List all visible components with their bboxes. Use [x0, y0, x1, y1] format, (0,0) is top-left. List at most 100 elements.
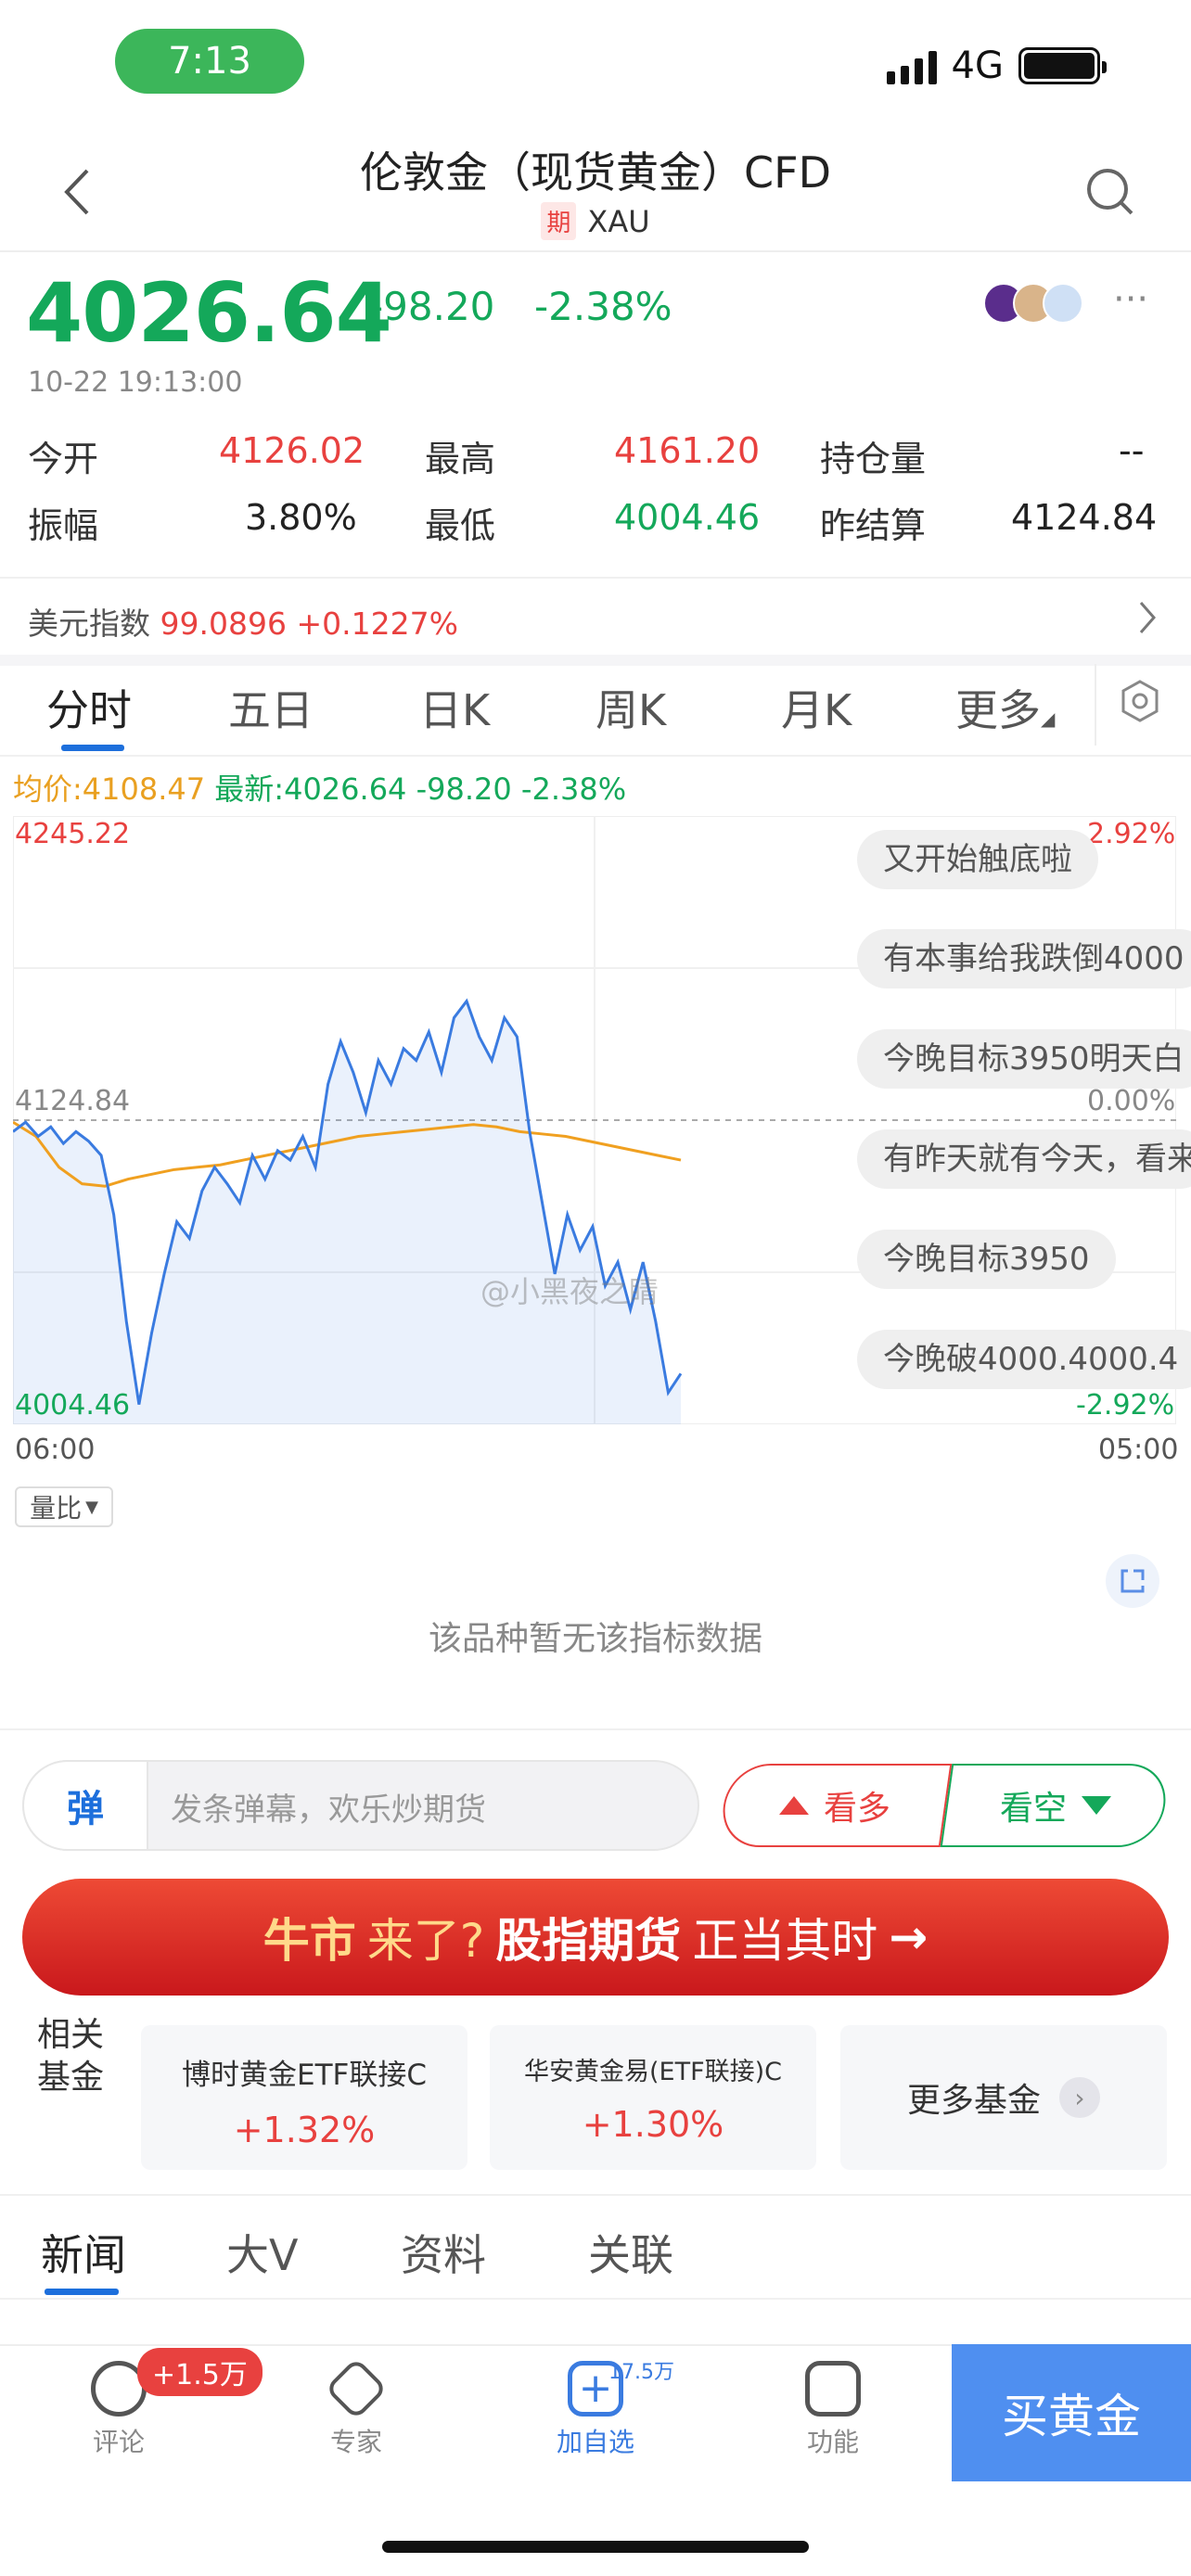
- triangle-up-icon: [778, 1796, 809, 1815]
- stat-value: 4126.02: [219, 430, 365, 471]
- intraday-chart[interactable]: [13, 816, 1176, 1424]
- diamond-icon: [325, 2357, 388, 2420]
- bearish-label: 看空: [999, 1790, 1067, 1828]
- price-change: -98.20: [369, 284, 495, 329]
- symbol-row: 期 XAU: [0, 202, 1191, 240]
- chevron-right-icon: ›: [1059, 2077, 1100, 2118]
- tab-related[interactable]: 关联: [588, 2222, 673, 2283]
- banner-text: 股指期货: [495, 1914, 682, 1968]
- funds-label-line: 相关: [37, 2016, 105, 2054]
- price-change-pct: -2.38%: [534, 284, 672, 329]
- danmu-icon[interactable]: 弹: [22, 1760, 148, 1851]
- add-watch-count: 17.5万: [608, 2361, 674, 2384]
- network-label: 4G: [951, 45, 1004, 87]
- stat-value: 4004.46: [614, 497, 761, 538]
- more-icon[interactable]: ···: [1113, 278, 1148, 321]
- buy-gold-button[interactable]: 买黄金: [952, 2344, 1191, 2481]
- tab-divider: [1095, 664, 1096, 746]
- tab-active-indicator: [61, 745, 124, 751]
- quote-time: 10-22 19:13:00: [28, 366, 243, 399]
- danmu-placeholder: 发条弹幕，欢乐炒期货: [171, 1792, 486, 1829]
- y-axis-min: 4004.46: [15, 1389, 131, 1422]
- divider: [0, 1728, 1191, 1730]
- stat-label: 最高: [425, 439, 496, 479]
- divider: [0, 577, 1191, 579]
- battery-icon: [1018, 47, 1107, 84]
- tab-news[interactable]: 新闻: [41, 2222, 126, 2283]
- bearish-button[interactable]: 看空: [940, 1764, 1172, 1847]
- more-funds-label: 更多基金: [906, 2082, 1041, 2120]
- funds-label-line: 基金: [37, 2059, 105, 2097]
- list-icon: [805, 2361, 861, 2417]
- stat-label: 振幅: [28, 505, 99, 546]
- banner-text: 正当其时: [692, 1914, 878, 1968]
- nav-function-label: 功能: [806, 2427, 859, 2457]
- current-price: 4026.64: [26, 265, 392, 361]
- fund-card[interactable]: 博时黄金ETF联接C +1.32%: [141, 2025, 467, 2170]
- fund-change: +1.32%: [233, 2110, 376, 2150]
- section-gap: [0, 655, 1191, 666]
- banner-text: 来了?: [366, 1914, 485, 1968]
- divider: [0, 755, 1191, 757]
- indicator-selector[interactable]: 量比 ▼: [15, 1486, 113, 1527]
- usd-index-row[interactable]: 美元指数 99.0896 +0.1227%: [28, 599, 458, 644]
- related-funds-label: 相关 基金: [37, 2014, 104, 2099]
- stat-label: 持仓量: [820, 439, 927, 479]
- latest-price: 最新:4026.64: [214, 772, 407, 807]
- tab-profile[interactable]: 资料: [401, 2222, 486, 2283]
- home-indicator: [382, 2541, 809, 2553]
- arrow-right-icon: →: [889, 1910, 928, 1964]
- triangle-down-icon: [1082, 1796, 1111, 1815]
- tab-weekly-k[interactable]: 周K: [596, 677, 666, 738]
- stat-label: 今开: [28, 439, 99, 479]
- gear-icon[interactable]: [1119, 680, 1161, 722]
- tab-more[interactable]: 更多◢: [955, 677, 1055, 738]
- expand-icon[interactable]: [1106, 1554, 1159, 1608]
- fund-name: 博时黄金ETF联接C: [182, 2059, 427, 2092]
- comment-badge: +1.5万: [137, 2348, 263, 2396]
- usd-index-value: 99.0896: [160, 606, 287, 642]
- symbol-code: XAU: [587, 203, 650, 239]
- stat-label: 最低: [425, 505, 496, 546]
- divider: [0, 2298, 1191, 2300]
- stat-value: 4161.20: [614, 430, 761, 471]
- tab-big-v[interactable]: 大V: [226, 2222, 298, 2283]
- legend-change-pct: -2.38%: [520, 772, 627, 807]
- promo-banner[interactable]: 牛市 来了? 股指期货 正当其时 →: [22, 1879, 1169, 1996]
- nav-comment-label: 评论: [92, 2427, 145, 2457]
- legend-change: -98.20: [416, 772, 512, 807]
- fund-card[interactable]: 华安黄金易(ETF联接)C +1.30%: [490, 2025, 816, 2170]
- indicator-label: 量比: [30, 1493, 83, 1524]
- avatar: [1043, 283, 1083, 324]
- banner-text: 牛市: [263, 1914, 356, 1968]
- futures-tag: 期: [541, 202, 577, 240]
- signal-icon: [886, 47, 937, 84]
- avatar-group[interactable]: [983, 283, 1083, 324]
- bullish-button[interactable]: 看多: [717, 1764, 953, 1847]
- divider: [0, 2194, 1191, 2196]
- y-axis-mid: 4124.84: [15, 1085, 131, 1117]
- nav-function[interactable]: 功能: [777, 2361, 889, 2459]
- stat-value: --: [1119, 430, 1145, 471]
- tab-intraday[interactable]: 分时: [46, 677, 132, 738]
- chevron-right-icon[interactable]: [1137, 599, 1158, 636]
- usd-index-change: +0.1227%: [296, 606, 458, 642]
- tab-five-day[interactable]: 五日: [228, 677, 314, 738]
- pct-axis-mid: 0.00%: [1087, 1085, 1176, 1117]
- tab-monthly-k[interactable]: 月K: [781, 677, 852, 738]
- tab-daily-k[interactable]: 日K: [419, 677, 490, 738]
- stat-value: 3.80%: [245, 497, 357, 538]
- y-axis-max: 4245.22: [15, 818, 131, 850]
- x-axis-end: 05:00: [1098, 1434, 1179, 1466]
- chart-legend: 均价:4108.47 最新:4026.64 -98.20 -2.38%: [13, 766, 626, 809]
- header-divider: [0, 250, 1191, 252]
- no-data-text: 该品种暂无该指标数据: [428, 1620, 762, 1658]
- nav-expert[interactable]: 专家: [301, 2357, 412, 2459]
- more-funds-button[interactable]: 更多基金 ›: [840, 2025, 1167, 2170]
- nav-add-watch-label: 加自选: [556, 2427, 634, 2457]
- status-indicators: 4G: [886, 45, 1107, 87]
- search-icon[interactable]: [1085, 167, 1137, 219]
- fund-change: +1.30%: [582, 2104, 724, 2145]
- watermark: @小黑夜之睛: [480, 1274, 660, 1309]
- pct-axis-min: -2.92%: [1076, 1389, 1175, 1422]
